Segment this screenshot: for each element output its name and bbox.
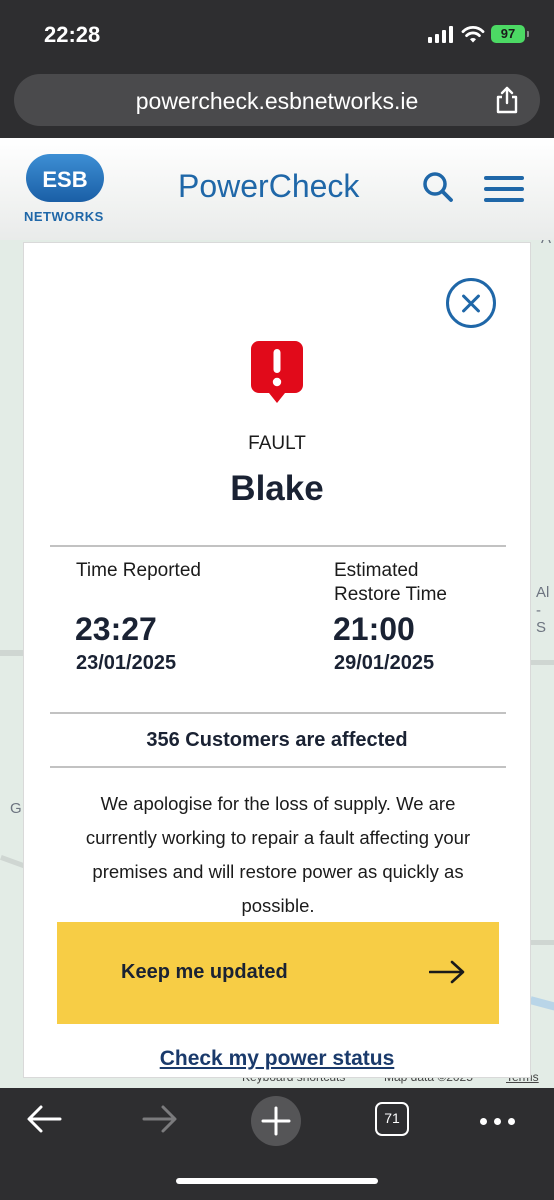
map-label: G: [10, 800, 22, 817]
map-label: - S: [536, 602, 547, 636]
close-icon[interactable]: [446, 278, 496, 328]
browser-address-area: powercheck.esbnetworks.ie: [0, 66, 554, 138]
status-bar: 22:28 97: [0, 0, 554, 66]
divider: [50, 545, 506, 547]
esb-logo-icon[interactable]: ESB: [26, 154, 104, 202]
site-header: ESB NETWORKS PowerCheck: [0, 138, 554, 240]
share-icon[interactable]: [494, 86, 520, 114]
map-label: Al: [536, 584, 550, 601]
restore-time-value: 21:00: [333, 611, 415, 647]
keep-me-updated-label: Keep me updated: [121, 961, 288, 983]
check-power-status-link[interactable]: Check my power status: [24, 1047, 530, 1071]
map-label: A: [541, 240, 551, 247]
fault-alert-icon: [251, 341, 303, 403]
url-text: powercheck.esbnetworks.ie: [135, 88, 419, 114]
restore-label-line1: Estimated: [334, 560, 419, 581]
time-reported-label: Time Reported: [76, 560, 201, 581]
arrow-right-icon: [429, 960, 465, 984]
tab-count-button[interactable]: 71: [375, 1102, 409, 1136]
more-options-icon[interactable]: [480, 1118, 516, 1126]
fault-area-name: Blake: [230, 469, 324, 508]
clock: 22:28: [44, 22, 101, 47]
hamburger-menu-icon[interactable]: [484, 176, 524, 202]
fault-detail-modal: FAULT Blake Time Reported 23:27 23/01/20…: [23, 242, 531, 1078]
address-bar[interactable]: powercheck.esbnetworks.ie: [14, 74, 540, 126]
battery-indicator: 97: [491, 25, 529, 43]
home-indicator[interactable]: [176, 1178, 378, 1184]
wifi-icon: [461, 26, 485, 43]
logo-subtitle: NETWORKS: [24, 209, 104, 224]
keep-me-updated-button[interactable]: Keep me updated: [57, 922, 499, 1024]
cellular-signal-icon: [428, 26, 454, 43]
fault-message: We apologise for the loss of supply. We …: [85, 793, 471, 916]
time-reported-value: 23:27: [75, 611, 157, 647]
plus-icon: [261, 1106, 291, 1136]
forward-icon[interactable]: [142, 1104, 178, 1134]
restore-label-line2: Restore Time: [334, 584, 447, 605]
fault-type-label: FAULT: [248, 433, 306, 454]
customers-affected: 356 Customers are affected: [146, 729, 408, 751]
brand-title[interactable]: PowerCheck: [178, 168, 359, 205]
search-icon[interactable]: [422, 171, 454, 203]
new-tab-button[interactable]: [251, 1096, 301, 1146]
divider: [50, 766, 506, 768]
back-icon[interactable]: [26, 1104, 62, 1134]
svg-text:ESB: ESB: [42, 167, 87, 192]
divider: [50, 712, 506, 714]
date-reported-value: 23/01/2025: [76, 652, 177, 674]
restore-date-value: 29/01/2025: [334, 652, 435, 674]
